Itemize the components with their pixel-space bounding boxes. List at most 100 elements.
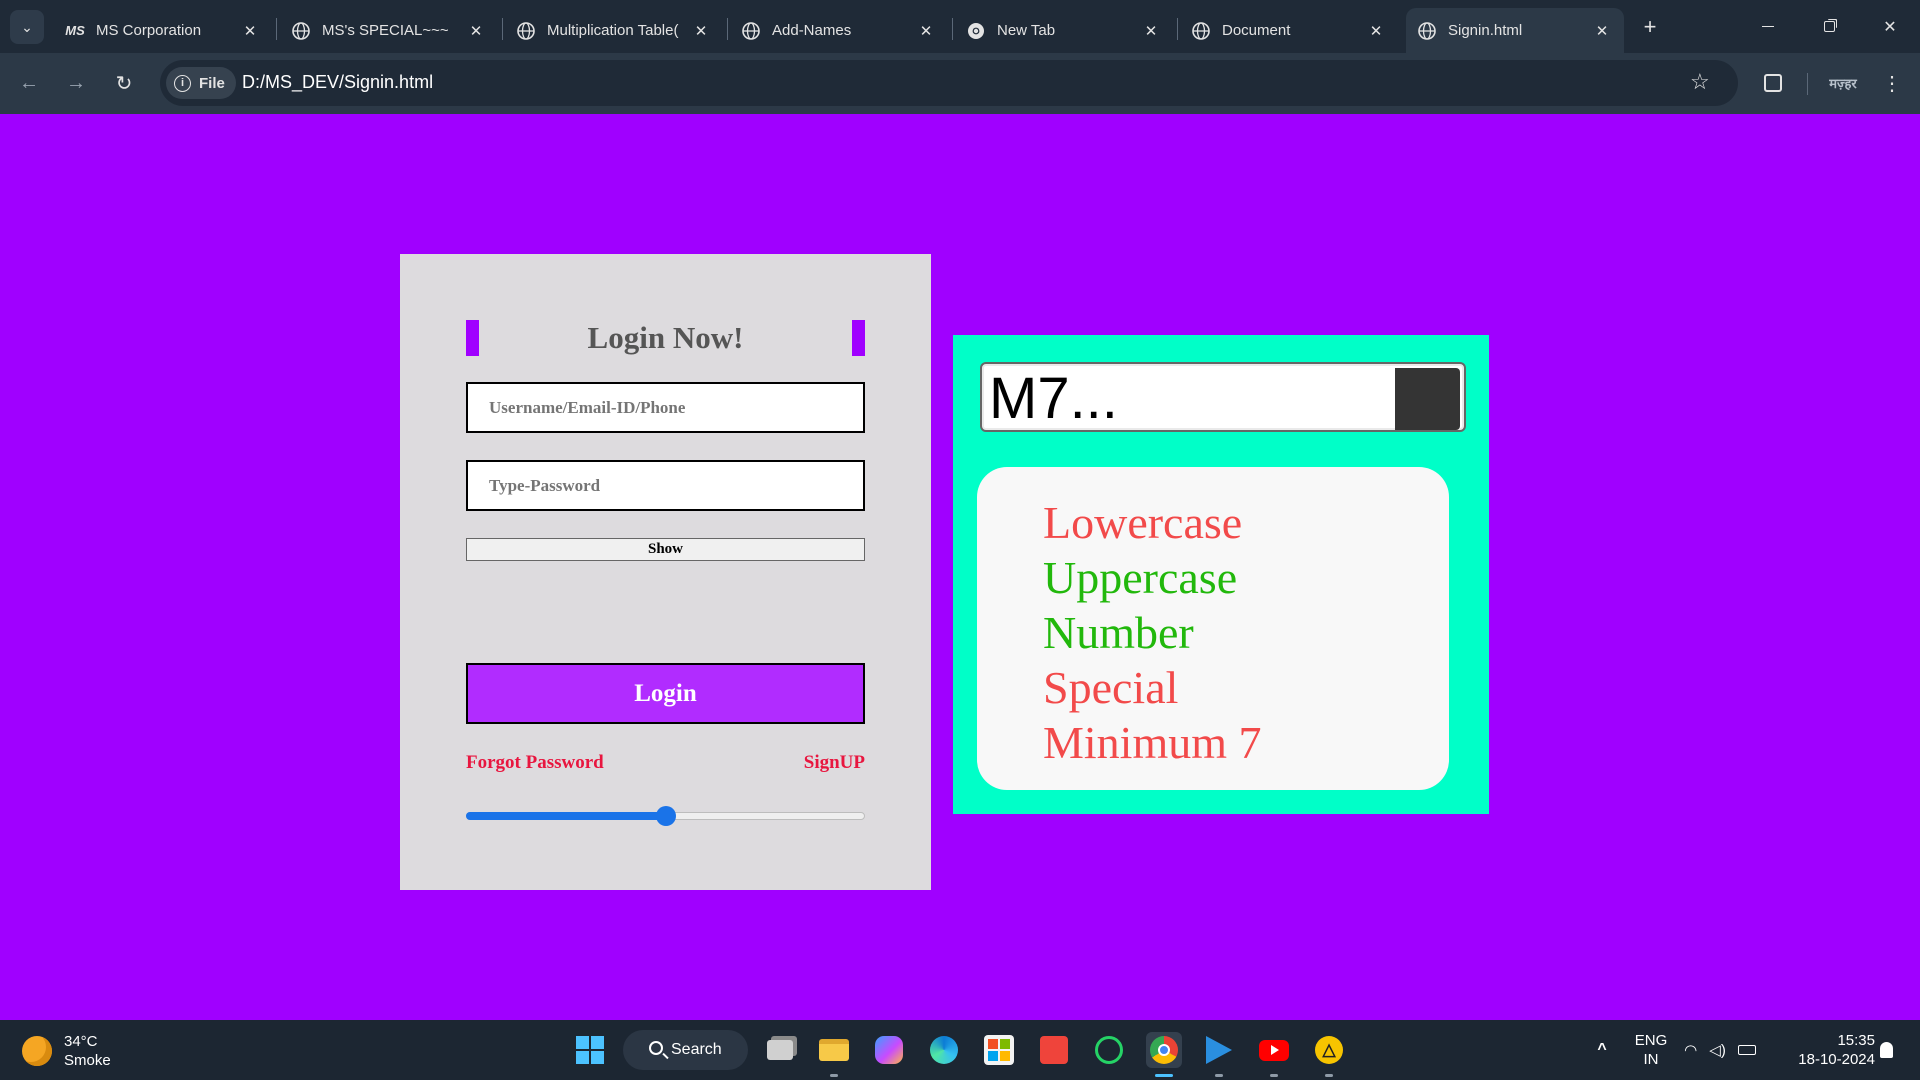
notifications-button[interactable] [1868,1032,1904,1068]
address-bar[interactable]: i File D:/MS_DEV/Signin.html ☆ [160,60,1738,106]
plus-icon: + [1643,14,1657,39]
globe-icon [517,21,535,40]
edge-icon [930,1036,958,1064]
copilot-button[interactable] [871,1032,907,1068]
weather-description: Smoke [64,1052,111,1069]
close-tab-icon[interactable]: ✕ [691,22,711,40]
signup-link[interactable]: SignUP [804,752,865,774]
weather-widget[interactable]: 34°C Smoke [22,1032,111,1070]
toolbar-divider [1807,73,1808,95]
password-input[interactable] [466,460,865,511]
minimize-button[interactable] [1738,0,1798,53]
range-slider[interactable] [466,804,865,828]
tab-signin[interactable]: Signin.html ✕ [1406,8,1624,53]
tab-ms-special[interactable]: MS's SPECIAL~~~ ✕ [280,8,498,53]
tab-multiplication-table[interactable]: Multiplication Table( ✕ [505,8,723,53]
tray-overflow-button[interactable]: ^ [1584,1032,1620,1068]
wifi-icon: ◠ [1684,1042,1698,1059]
copilot-icon [875,1036,903,1064]
close-icon: ✕ [1883,18,1897,36]
edge-button[interactable] [926,1032,962,1068]
chevron-down-icon: ⌄ [21,18,33,35]
url-text[interactable]: D:/MS_DEV/Signin.html [242,72,433,93]
tab-separator [276,18,277,40]
tab-separator [727,18,728,40]
login-title: Login Now! [587,320,744,355]
restore-button[interactable] [1799,0,1859,53]
login-title-row: Login Now! [466,320,865,356]
password-display-toggle[interactable] [1395,368,1460,430]
close-tab-icon[interactable]: ✕ [1592,22,1612,40]
taskbar: 34°C Smoke Search △ ^ ENG IN ◠ ◁) 15:35 … [0,1020,1920,1080]
puzzle-icon [1764,74,1782,92]
password-display-text: M7... [989,366,1118,431]
ms-logo-icon: MS [65,23,85,38]
weather-sun-icon [22,1036,52,1066]
restore-icon [1823,21,1835,32]
app-running-indicator [1215,1074,1223,1077]
new-tab-button[interactable]: + [1636,10,1664,44]
info-icon: i [174,74,191,92]
app-running-indicator [1270,1074,1278,1077]
close-tab-icon[interactable]: ✕ [466,22,486,40]
password-rules-box: Lowercase Uppercase Number Special Minim… [977,467,1449,790]
task-view-button[interactable] [762,1032,798,1068]
close-window-button[interactable]: ✕ [1860,0,1920,53]
system-tray-quick-settings[interactable]: ◠ ◁) [1678,1032,1762,1068]
tab-separator [1177,18,1178,40]
close-tab-icon[interactable]: ✕ [1366,22,1386,40]
bookmark-star-icon[interactable]: ☆ [1690,69,1710,95]
close-tab-icon[interactable]: ✕ [240,22,260,40]
tab-search-button[interactable]: ⌄ [10,10,44,44]
reload-button[interactable]: ↻ [106,65,142,101]
tab-document[interactable]: Document ✕ [1180,8,1398,53]
password-display: M7... [980,362,1466,432]
slider-thumb[interactable] [655,806,676,826]
slider-fill [466,812,666,820]
taskbar-search[interactable]: Search [623,1030,748,1070]
anydesk-button[interactable] [1036,1032,1072,1068]
file-explorer-button[interactable] [816,1032,852,1068]
vscode-button[interactable] [1201,1032,1237,1068]
minimize-icon [1762,26,1774,27]
rule-minimum-length: Minimum 7 [1043,717,1262,768]
forward-button[interactable]: → [58,65,94,101]
globe-icon [292,21,310,40]
chrome-button[interactable] [1146,1032,1182,1068]
language-indicator[interactable]: ENG IN [1630,1031,1672,1069]
warning-app-button[interactable]: △ [1311,1032,1347,1068]
app-active-indicator [1155,1074,1173,1077]
site-info-chip[interactable]: i File [166,67,236,99]
forgot-password-link[interactable]: Forgot Password [466,752,604,774]
back-button[interactable]: ← [11,65,47,101]
rule-number: Number [1043,607,1194,658]
close-tab-icon[interactable]: ✕ [1141,22,1161,40]
arrow-left-icon: ← [19,71,39,94]
username-input[interactable] [466,382,865,433]
whatsapp-button[interactable] [1091,1032,1127,1068]
bell-icon [1879,1042,1893,1058]
tab-new-tab[interactable]: New Tab ✕ [955,8,1173,53]
volume-icon: ◁) [1709,1042,1726,1059]
login-button[interactable]: Login [466,663,865,724]
store-button[interactable] [981,1032,1017,1068]
task-view-icon [767,1040,793,1060]
clock[interactable]: 15:35 18-10-2024 [1779,1031,1875,1069]
close-tab-icon[interactable]: ✕ [916,22,936,40]
profile-button[interactable]: मज़्हर [1826,67,1860,99]
show-password-button[interactable]: Show [466,538,865,561]
app-running-indicator [1325,1074,1333,1077]
browser-toolbar: ← → ↻ i File D:/MS_DEV/Signin.html ☆ मज़… [0,53,1920,114]
globe-icon [742,21,760,40]
anydesk-icon [1040,1036,1068,1064]
tab-add-names[interactable]: Add-Names ✕ [730,8,948,53]
extensions-button[interactable] [1755,65,1791,101]
rule-uppercase: Uppercase [1043,552,1238,603]
youtube-button[interactable] [1256,1032,1292,1068]
tab-ms-corporation[interactable]: MS MS Corporation ✕ [54,8,272,53]
globe-icon [1192,21,1210,40]
warning-triangle-icon: △ [1315,1036,1343,1064]
tab-separator [952,18,953,40]
start-button[interactable] [572,1032,608,1068]
menu-button[interactable]: ⋮ [1874,65,1910,101]
